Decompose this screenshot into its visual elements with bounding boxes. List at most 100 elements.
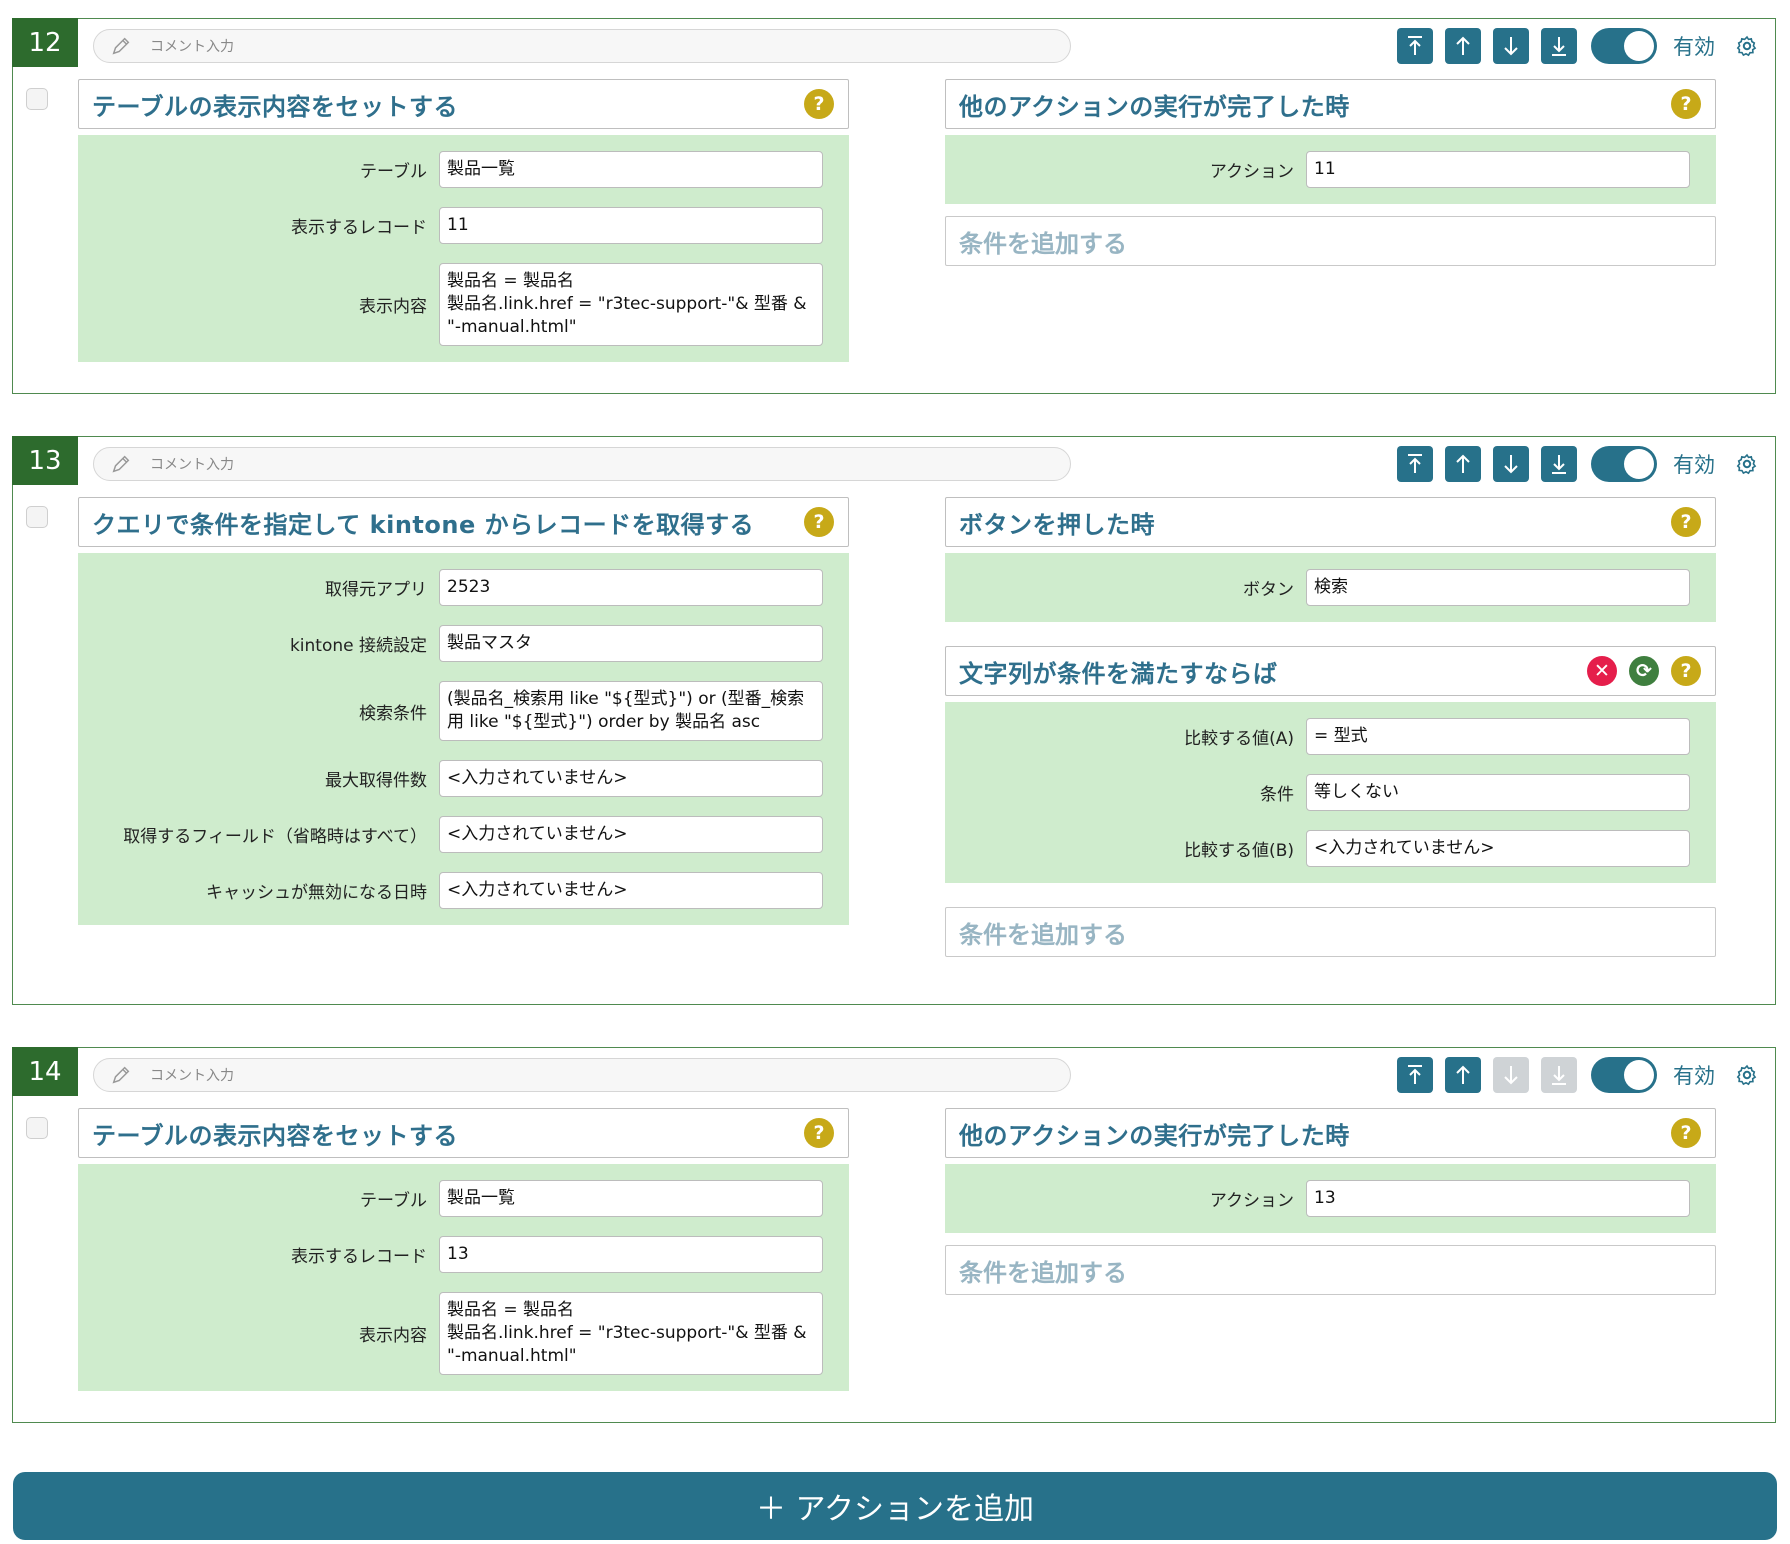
move-up-button[interactable] — [1445, 446, 1481, 482]
field-value[interactable]: 製品一覧 — [439, 151, 823, 188]
field-value[interactable]: 11 — [439, 207, 823, 244]
action-panel: クエリで条件を指定して kintone からレコードを取得する ? 取得元アプリ… — [78, 497, 849, 925]
select-checkbox[interactable] — [26, 1117, 48, 1139]
settings-button[interactable] — [1729, 28, 1765, 64]
move-top-icon — [1408, 454, 1422, 473]
field-value[interactable]: 等しくない — [1306, 774, 1690, 811]
move-down-button[interactable] — [1493, 446, 1529, 482]
enabled-toggle[interactable] — [1591, 446, 1657, 482]
field-value[interactable]: <入力されていません> — [439, 760, 823, 797]
field-value[interactable]: 検索 — [1306, 569, 1690, 606]
comment-placeholder: コメント入力 — [150, 1068, 234, 1084]
move-top-button[interactable] — [1397, 28, 1433, 64]
action-fields: テーブル 製品一覧 表示するレコード 13 表示内容 製品名 = 製品名 製品名.li… — [78, 1164, 849, 1391]
field-row: 表示するレコード 11 — [78, 207, 831, 244]
trigger-title: ボタンを押した時 — [959, 510, 1155, 539]
move-bottom-button[interactable] — [1541, 446, 1577, 482]
field-value[interactable]: 製品名 = 製品名 製品名.link.href = "r3tec-support… — [439, 263, 823, 346]
enabled-toggle[interactable] — [1591, 1057, 1657, 1093]
field-row: 最大取得件数 <入力されていません> — [78, 760, 831, 797]
field-label: テーブル — [360, 1191, 427, 1211]
comment-input[interactable]: コメント入力 — [93, 447, 1071, 481]
field-row: 表示内容 製品名 = 製品名 製品名.link.href = "r3tec-sup… — [78, 1292, 831, 1375]
help-icon[interactable]: ? — [804, 89, 834, 119]
field-label: 表示するレコード — [291, 1247, 427, 1267]
field-row: 比較する値(B) <入力されていません> — [945, 830, 1698, 867]
add-condition-button[interactable]: 条件を追加する — [945, 907, 1716, 957]
field-row: アクション 13 — [945, 1180, 1698, 1217]
comment-placeholder: コメント入力 — [150, 39, 234, 55]
field-value[interactable]: (製品名_検索用 like "${型式}") or (型番_検索用 like "… — [439, 681, 823, 741]
arrow-up-icon — [1456, 454, 1470, 473]
move-top-button[interactable] — [1397, 1057, 1433, 1093]
pencil-icon — [112, 1066, 130, 1084]
field-row: kintone 接続設定 製品マスタ — [78, 625, 831, 662]
field-label: 検索条件 — [359, 703, 427, 724]
field-label: 比較する値(B) — [1184, 841, 1294, 861]
enabled-label: 有効 — [1673, 35, 1715, 59]
field-label: 比較する値(A) — [1184, 729, 1294, 749]
field-value[interactable]: <入力されていません> — [1306, 830, 1690, 867]
field-value[interactable]: <入力されていません> — [439, 816, 823, 853]
action-header: テーブルの表示内容をセットする ? — [78, 1108, 849, 1158]
comment-input[interactable]: コメント入力 — [93, 1058, 1071, 1092]
help-icon[interactable]: ? — [1671, 1118, 1701, 1148]
settings-button[interactable] — [1729, 446, 1765, 482]
help-icon[interactable]: ? — [1671, 507, 1701, 537]
gear-icon — [1736, 1064, 1757, 1086]
enabled-toggle[interactable] — [1591, 28, 1657, 64]
help-icon[interactable]: ? — [1671, 89, 1701, 119]
settings-button[interactable] — [1729, 1057, 1765, 1093]
trigger-panel: 他のアクションの実行が完了した時 ? アクション 13 条件を追加する — [945, 1108, 1716, 1295]
toggle-knob — [1624, 31, 1654, 61]
move-up-button[interactable] — [1445, 1057, 1481, 1093]
move-up-button[interactable] — [1445, 28, 1481, 64]
refresh-icon[interactable]: ⟳ — [1629, 656, 1659, 686]
field-value[interactable]: 13 — [439, 1236, 823, 1273]
field-row: テーブル 製品一覧 — [78, 151, 831, 188]
trigger-header: ボタンを押した時 ? — [945, 497, 1716, 547]
action-fields: テーブル 製品一覧 表示するレコード 11 表示内容 製品名 = 製品名 製品名.li… — [78, 135, 849, 362]
add-action-button[interactable]: ＋ アクションを追加 — [13, 1472, 1777, 1540]
move-bottom-button[interactable] — [1541, 28, 1577, 64]
field-value[interactable]: 製品マスタ — [439, 625, 823, 662]
action-number-badge: 14 — [12, 1047, 78, 1096]
move-top-button[interactable] — [1397, 446, 1433, 482]
move-top-icon — [1408, 1065, 1422, 1084]
arrow-down-icon — [1504, 455, 1518, 474]
toggle-knob — [1624, 1060, 1654, 1090]
field-value[interactable]: 製品一覧 — [439, 1180, 823, 1217]
enabled-label: 有効 — [1673, 1064, 1715, 1088]
move-down-button[interactable] — [1493, 28, 1529, 64]
gear-icon — [1736, 35, 1757, 57]
add-condition-button[interactable]: 条件を追加する — [945, 1245, 1716, 1295]
comment-input[interactable]: コメント入力 — [93, 29, 1071, 63]
field-value[interactable]: 製品名 = 製品名 製品名.link.href = "r3tec-support… — [439, 1292, 823, 1375]
help-icon[interactable]: ? — [804, 1118, 834, 1148]
field-value[interactable]: <入力されていません> — [439, 872, 823, 909]
field-row: テーブル 製品一覧 — [78, 1180, 831, 1217]
comment-placeholder: コメント入力 — [150, 457, 234, 473]
select-checkbox[interactable] — [26, 88, 48, 110]
trigger-header: 他のアクションの実行が完了した時 ? — [945, 79, 1716, 129]
add-condition-button[interactable]: 条件を追加する — [945, 216, 1716, 266]
gear-icon — [1736, 453, 1757, 475]
field-value[interactable]: 2523 — [439, 569, 823, 606]
field-value[interactable]: 11 — [1306, 151, 1690, 188]
move-top-icon — [1408, 36, 1422, 55]
field-value[interactable]: 13 — [1306, 1180, 1690, 1217]
field-value[interactable]: = 型式 — [1306, 718, 1690, 755]
field-label: 取得元アプリ — [325, 580, 427, 600]
field-row: 取得するフィールド（省略時はすべて） <入力されていません> — [78, 816, 831, 853]
action-header: クエリで条件を指定して kintone からレコードを取得する ? — [78, 497, 849, 547]
help-icon[interactable]: ? — [804, 507, 834, 537]
field-label: アクション — [1209, 162, 1294, 182]
trigger-panel: ボタンを押した時 ? ボタン 検索 文字列が条件を満たすならば ✕ ⟳ ? 比較す… — [945, 497, 1716, 957]
select-checkbox[interactable] — [26, 506, 48, 528]
action-block: 14 コメント入力 有効 テーブルの表示内容をセットする ? テーブル 製品一覧 … — [12, 1047, 1776, 1423]
action-title: テーブルの表示内容をセットする — [92, 1121, 459, 1150]
field-label: ボタン — [1243, 580, 1294, 600]
delete-condition-icon[interactable]: ✕ — [1587, 656, 1617, 686]
trigger-fields: アクション 11 — [945, 135, 1716, 204]
help-icon[interactable]: ? — [1671, 656, 1701, 686]
